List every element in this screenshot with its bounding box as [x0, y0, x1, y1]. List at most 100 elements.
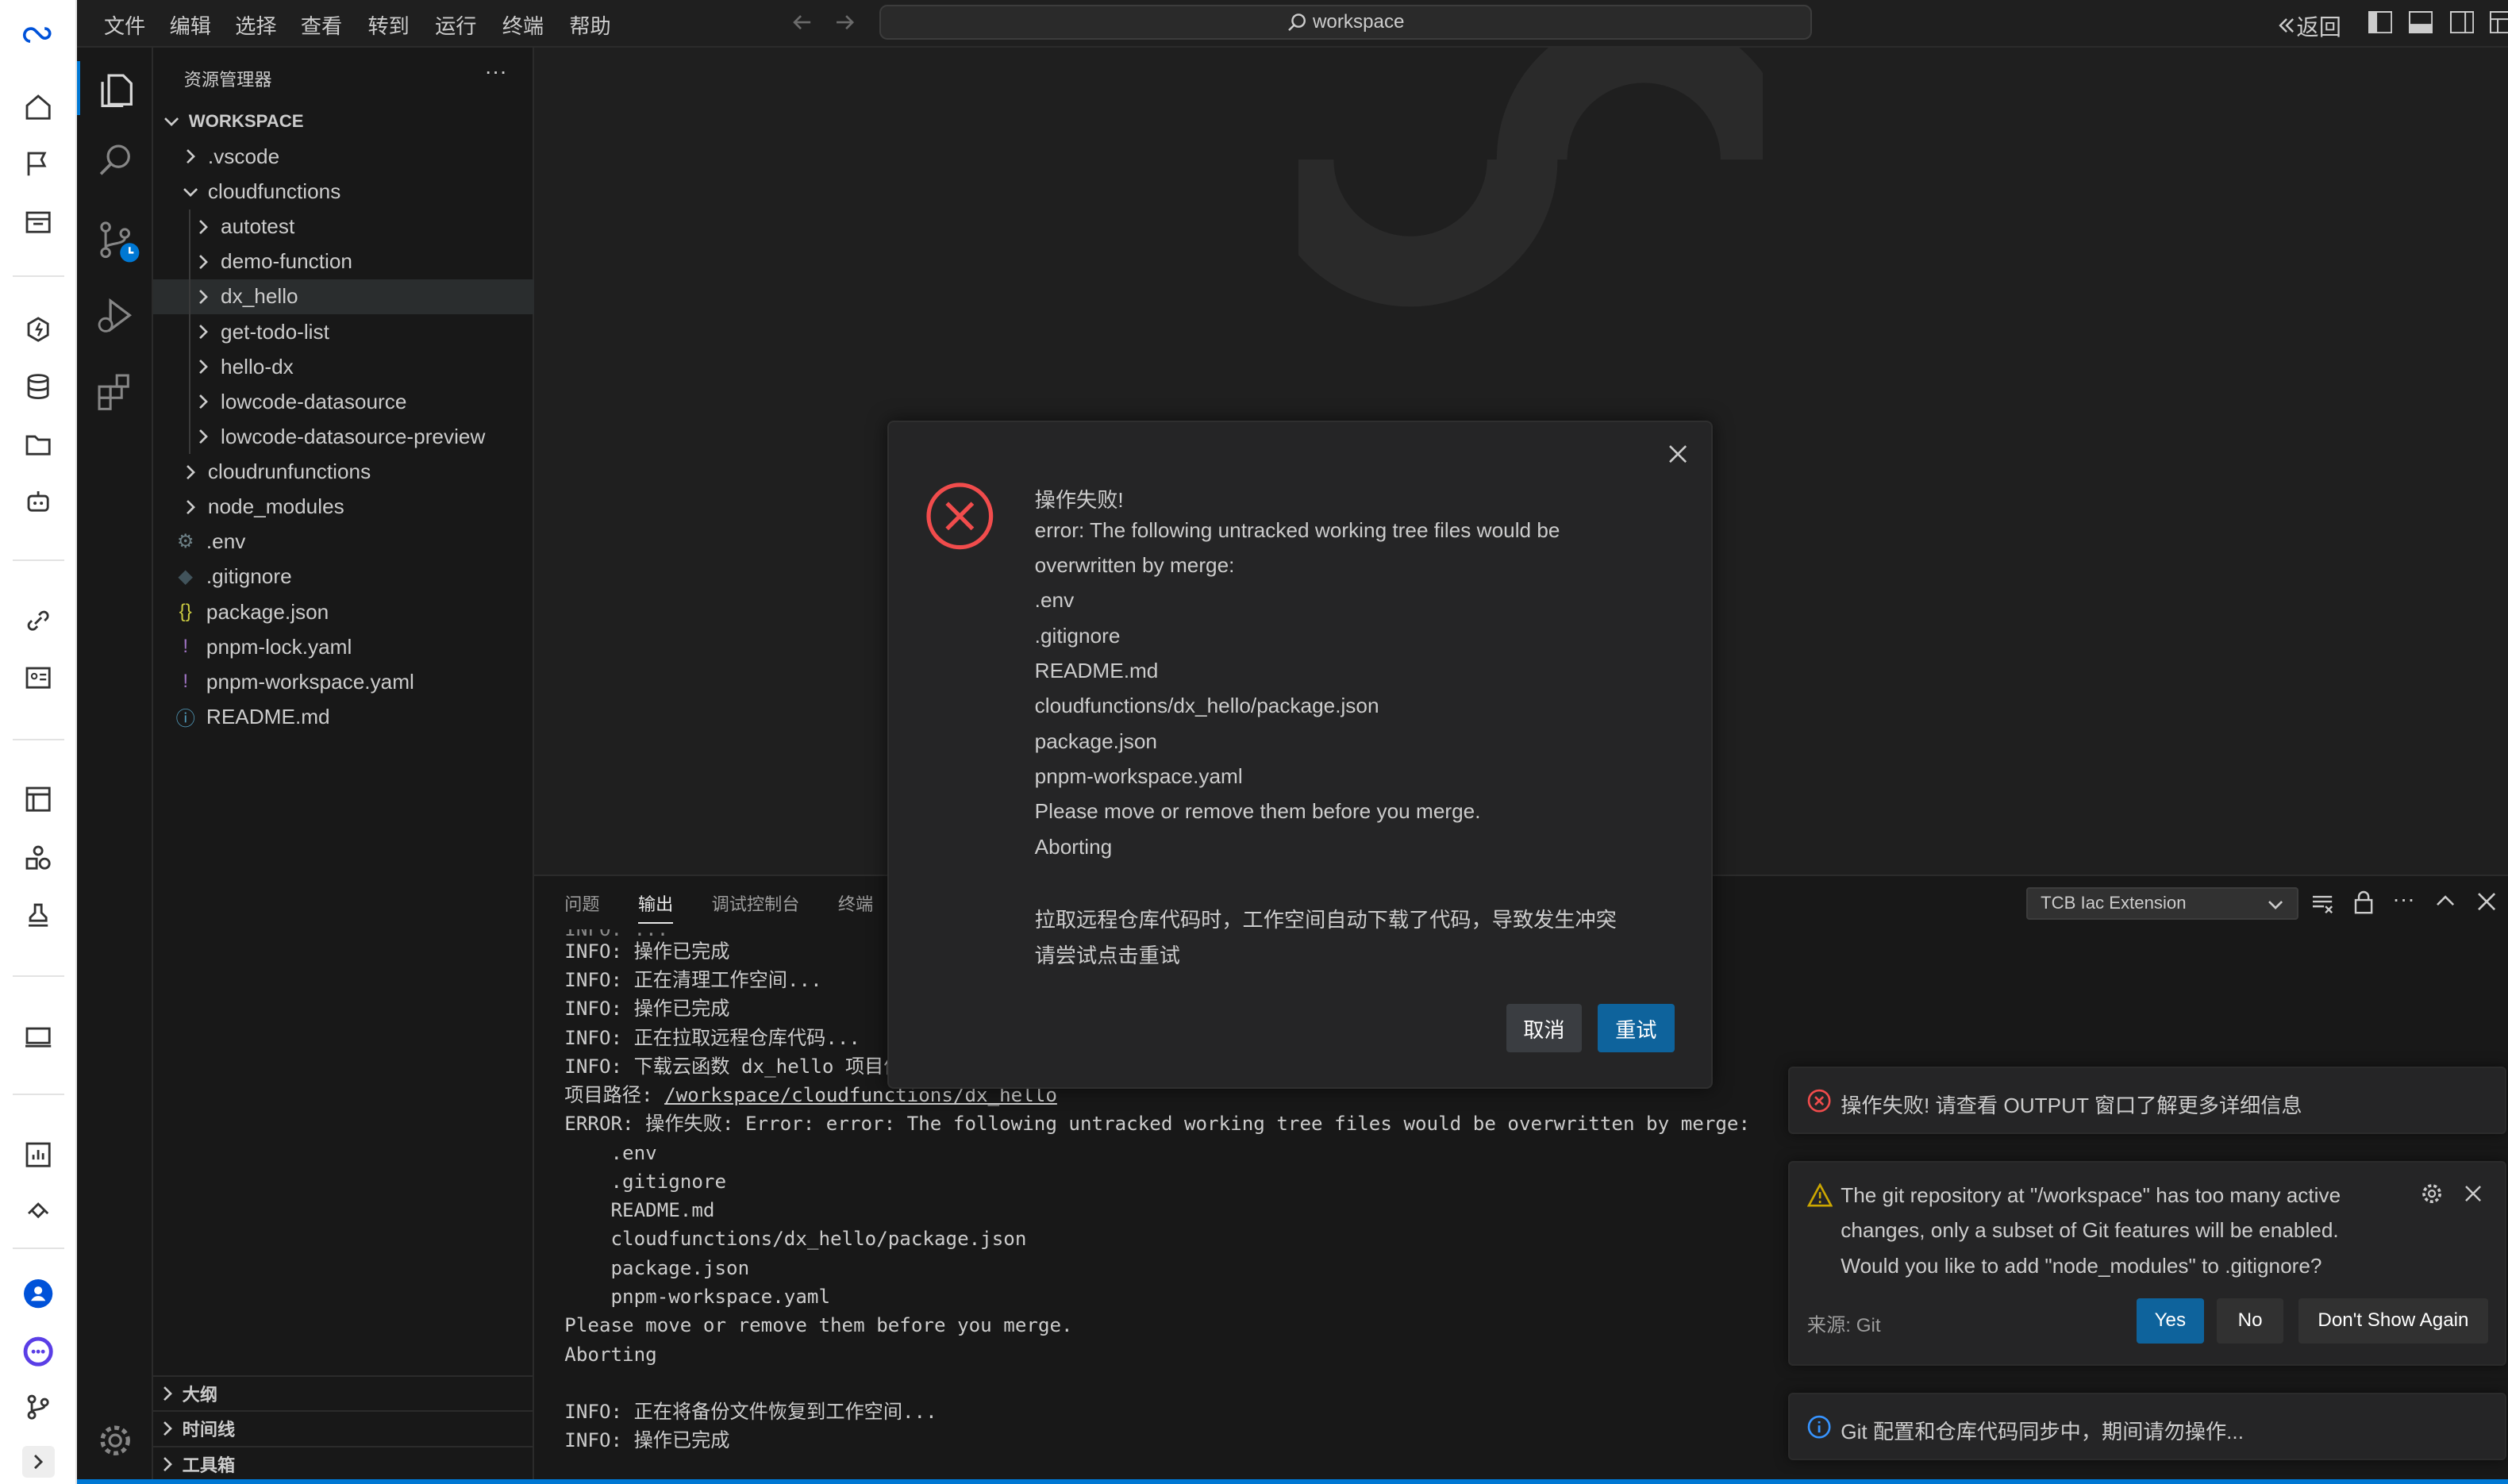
tree-file[interactable]: ! pnpm-lock.yaml: [153, 629, 534, 664]
tree-folder[interactable]: get-todo-list: [153, 314, 534, 349]
yes-button[interactable]: Yes: [2137, 1298, 2204, 1344]
close-panel-icon[interactable]: [2477, 892, 2496, 911]
menu-view[interactable]: 查看: [301, 10, 342, 40]
menu-file[interactable]: 文件: [104, 10, 145, 40]
toggle-primary-sidebar-icon[interactable]: [2368, 11, 2393, 34]
clear-output-icon[interactable]: [2311, 892, 2333, 914]
tree-folder[interactable]: dx_hello: [153, 279, 534, 315]
robot-icon[interactable]: [19, 483, 57, 521]
product-sidebar: [0, 0, 77, 1484]
tab-output[interactable]: 输出: [637, 890, 674, 925]
layout-icon[interactable]: [19, 780, 57, 818]
run-debug-icon[interactable]: [94, 294, 136, 336]
tree-folder[interactable]: node_modules: [153, 490, 534, 525]
chart-icon[interactable]: [19, 1136, 57, 1174]
yaml-icon: !: [183, 671, 189, 693]
chevron-right-icon: [160, 1421, 175, 1436]
no-button[interactable]: No: [2216, 1298, 2284, 1344]
timeline-section[interactable]: 时间线: [153, 1410, 534, 1445]
menu-terminal[interactable]: 终端: [502, 10, 544, 40]
tree-label: .gitignore: [206, 564, 292, 589]
toggle-secondary-sidebar-icon[interactable]: [2449, 11, 2475, 34]
hexagon-icon[interactable]: [19, 310, 57, 348]
tree-folder[interactable]: .vscode: [153, 139, 534, 174]
notification-settings-gear-icon[interactable]: [2420, 1182, 2444, 1205]
chevron-right-icon: [192, 216, 214, 238]
folder-cloud-icon[interactable]: [19, 425, 57, 463]
tree-folder[interactable]: autotest: [153, 210, 534, 244]
dont-show-again-button[interactable]: Don't Show Again: [2298, 1298, 2489, 1344]
tree-file[interactable]: ⓘ README.md: [153, 699, 534, 734]
tree-folder[interactable]: cloudfunctions: [153, 174, 534, 209]
tree-file[interactable]: {} package.json: [153, 594, 534, 629]
panel-more-icon[interactable]: ···: [2392, 886, 2414, 912]
menu-go[interactable]: 转到: [367, 10, 409, 40]
nav-back-icon[interactable]: [791, 11, 814, 33]
user-avatar-icon[interactable]: [19, 1274, 57, 1313]
menu-edit[interactable]: 编辑: [170, 10, 211, 40]
tree-file[interactable]: ⚙ .env: [153, 525, 534, 559]
menu-help[interactable]: 帮助: [569, 10, 610, 40]
chevron-right-icon: [192, 356, 214, 378]
shapes-icon[interactable]: [19, 838, 57, 876]
cloud-logo-icon[interactable]: [19, 16, 57, 54]
monitor-icon[interactable]: [19, 1017, 57, 1055]
menu-run[interactable]: 运行: [435, 10, 476, 40]
toolbox-section[interactable]: 工具箱: [153, 1445, 534, 1481]
command-center-search[interactable]: workspace: [879, 5, 1812, 40]
tab-debug-console[interactable]: 调试控制台: [712, 890, 800, 916]
tree-file[interactable]: ◆ .gitignore: [153, 559, 534, 594]
stamp-icon[interactable]: [19, 895, 57, 933]
source-control-icon[interactable]: [94, 217, 140, 263]
explorer-icon[interactable]: [94, 67, 136, 109]
tree-folder[interactable]: demo-function: [153, 244, 534, 279]
tab-terminal[interactable]: 终端: [838, 890, 873, 916]
settings-gear-icon[interactable]: [94, 1420, 136, 1461]
timeline-label: 时间线: [182, 1420, 236, 1440]
workspace-header[interactable]: WORKSPACE: [153, 104, 534, 139]
expand-sidebar-icon[interactable]: [22, 1445, 55, 1478]
tree-folder[interactable]: cloudrunfunctions: [153, 454, 534, 489]
home-icon[interactable]: [19, 88, 57, 126]
close-dialog-icon[interactable]: [1668, 444, 1687, 463]
retry-button[interactable]: 重试: [1597, 1004, 1675, 1052]
output-channel-select[interactable]: TCB Iac Extension: [2025, 887, 2298, 920]
close-notification-icon[interactable]: [2464, 1185, 2482, 1202]
git-warning-line: Would you like to add "node_modules" to …: [1841, 1253, 2322, 1278]
more-actions-icon[interactable]: ···: [485, 58, 507, 84]
outline-section[interactable]: 大纲: [153, 1374, 534, 1410]
dashboard-icon[interactable]: [19, 203, 57, 241]
dialog-title: 操作失败!: [1034, 487, 1124, 512]
dialog-line: README.md: [1034, 659, 1159, 683]
back-button[interactable]: 返回: [2277, 10, 2341, 42]
flag-icon[interactable]: [19, 145, 57, 183]
extensions-icon[interactable]: [94, 371, 136, 412]
maximize-panel-icon[interactable]: [2436, 892, 2455, 911]
tree-folder[interactable]: lowcode-datasource: [153, 384, 534, 419]
tab-problems[interactable]: 问题: [564, 890, 599, 916]
output-line: pnpm-workspace.yaml: [564, 1286, 830, 1308]
tree-folder[interactable]: lowcode-datasource-preview: [153, 419, 534, 454]
menu-selection[interactable]: 选择: [235, 10, 276, 40]
lock-scroll-icon[interactable]: [2352, 890, 2375, 914]
tree-folder[interactable]: hello-dx: [153, 349, 534, 384]
link-icon[interactable]: [19, 602, 57, 640]
id-card-icon[interactable]: [19, 659, 57, 697]
cancel-button[interactable]: 取消: [1506, 1004, 1582, 1052]
dialog-line: cloudfunctions/dx_hello/package.json: [1034, 694, 1379, 718]
output-line: INFO: 操作已完成: [564, 998, 730, 1021]
customize-layout-icon[interactable]: [2490, 11, 2508, 34]
cloud-network-icon[interactable]: [19, 1190, 57, 1228]
workspace-label: WORKSPACE: [188, 111, 304, 132]
database-icon[interactable]: [19, 367, 57, 406]
assistant-icon[interactable]: [19, 1332, 57, 1370]
chevron-right-icon: [179, 145, 202, 167]
dialog-line: .gitignore: [1034, 623, 1121, 648]
git-warning-line: The git repository at "/workspace" has t…: [1841, 1183, 2341, 1208]
git-branch-icon[interactable]: [19, 1388, 57, 1426]
search-view-icon[interactable]: [94, 140, 136, 182]
nav-forward-icon[interactable]: [833, 11, 856, 33]
error-icon: [1807, 1089, 1831, 1113]
tree-file[interactable]: ! pnpm-workspace.yaml: [153, 664, 534, 699]
toggle-panel-icon[interactable]: [2408, 11, 2433, 34]
